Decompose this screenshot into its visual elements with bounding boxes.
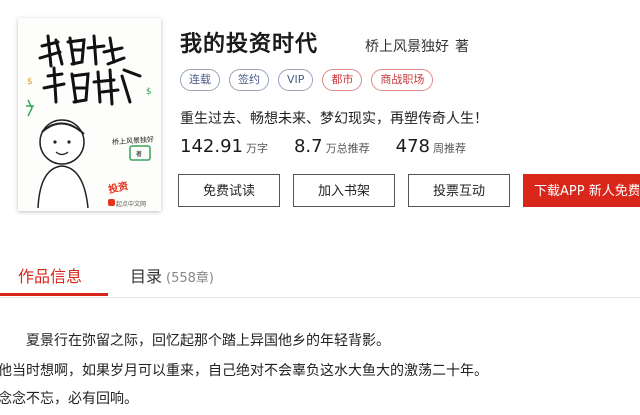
description-line: 夏景行在弥留之际，回忆起那个踏上异国他乡的年轻背影。	[26, 333, 390, 349]
tag-vip: VIP	[278, 69, 314, 91]
tab-book-info[interactable]: 作品信息	[18, 263, 82, 287]
description-line: 他当时想啊，如果岁月可以重来，自己绝对不会辜负这水大鱼大的激荡二十年。	[0, 363, 488, 379]
book-intro: 重生过去、畅想未来、梦幻现实，再塑传奇人生！	[180, 111, 488, 127]
book-author[interactable]: 桥上风景独好著	[365, 36, 469, 56]
publisher-logo-icon	[108, 199, 115, 206]
tag-list: 连载 签约 VIP 都市 商战职场	[180, 69, 434, 91]
stat-weekly-recommend: 478 周推荐	[396, 136, 466, 157]
stat-unit: 万总推荐	[325, 142, 370, 155]
cover-author-suffix: 著	[136, 151, 143, 158]
author-suffix: 著	[455, 39, 469, 55]
vote-button[interactable]: 投票互动	[408, 174, 510, 207]
cover-illustration: $ $	[26, 34, 152, 209]
stat-value: 142.91	[180, 136, 243, 157]
tab-catalog[interactable]: 目录 (558章)	[130, 263, 214, 287]
stat-word-count: 142.91 万字	[180, 136, 268, 157]
tag-signed: 签约	[229, 69, 269, 91]
stat-total-recommend: 8.7 万总推荐	[294, 136, 370, 157]
stat-unit: 万字	[245, 142, 268, 155]
stat-unit: 周推荐	[432, 142, 466, 155]
book-cover[interactable]: $ $ 桥上风景独好 著 投资 起点中文网	[18, 18, 161, 211]
free-read-button[interactable]: 免费试读	[178, 174, 280, 207]
author-name[interactable]: 桥上风景独好	[365, 39, 449, 55]
detail-tabs: 作品信息 目录 (558章)	[0, 255, 640, 298]
stat-value: 8.7	[293, 136, 323, 157]
book-stats: 142.91 万字 8.7 万总推荐 478 周推荐	[180, 136, 492, 157]
svg-text:$: $	[27, 77, 33, 87]
download-app-button[interactable]: 下载APP 新人免费	[523, 174, 640, 207]
active-tab-indicator	[0, 293, 108, 296]
tag-category-urban[interactable]: 都市	[322, 69, 363, 91]
book-title: 我的投资时代	[180, 32, 319, 57]
tag-subcategory-business[interactable]: 商战职场	[371, 69, 434, 91]
tag-serializing: 连载	[180, 69, 220, 91]
add-to-shelf-button[interactable]: 加入书架	[293, 174, 395, 207]
tab-catalog-label[interactable]: 目录	[130, 267, 162, 286]
cover-publisher: 起点中文网	[116, 201, 147, 208]
chapter-count: (558章)	[166, 271, 214, 286]
stat-value: 478	[395, 136, 430, 157]
description-line: 念念不忘，必有回响。	[0, 391, 138, 407]
svg-text:$: $	[146, 87, 152, 97]
